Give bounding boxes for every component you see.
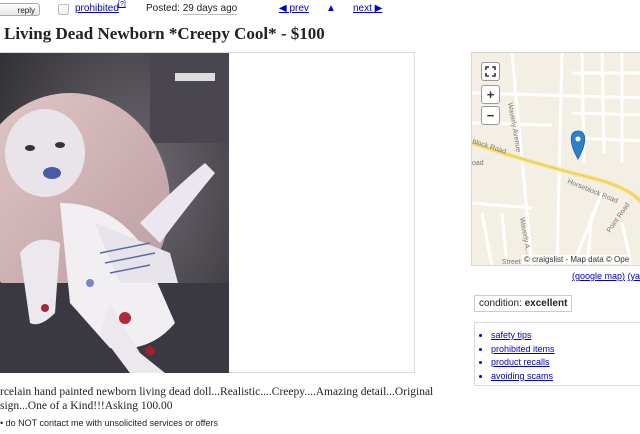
svg-text:Point Road: Point Road [606,202,632,234]
notice-text: do NOT contact me with unsolicited servi… [5,418,218,428]
map-attribution: © craigslist - Map data © Ope [522,255,632,264]
posting-body: rcelain hand painted newborn living dead… [0,386,434,412]
fullscreen-button[interactable] [481,62,500,81]
safety-links-box: safety tips prohibited items product rec… [474,322,640,386]
prohibited-items-link[interactable]: prohibited items [491,344,555,354]
posted-value: 29 days ago [182,3,238,15]
condition-label: condition: [479,298,522,309]
prohibited-flag-box[interactable] [58,4,69,15]
map-links: (google map) (ya [572,271,640,281]
next-link[interactable]: next ▶ [353,3,382,14]
plus-icon: + [486,87,495,102]
contact-notice: • do NOT contact me with unsolicited ser… [0,418,218,428]
posting-title: Living Dead Newborn *Creepy Cool* - $100 [4,24,325,43]
posted-date: Posted: 29 days ago [146,3,238,15]
reply-button[interactable]: reply [0,3,40,16]
minus-icon: − [486,108,495,123]
svg-text:oad: oad [472,160,484,167]
condition-attribute: condition: excellent [474,295,573,312]
condition-value: excellent [524,298,568,309]
prohibited-help-link[interactable]: [?] [118,1,126,8]
avoiding-scams-link[interactable]: avoiding scams [491,371,553,381]
prev-link[interactable]: ◀ prev [279,3,309,14]
posted-label: Posted: [146,3,180,14]
up-link[interactable]: ▲ [326,3,336,14]
product-recalls-link[interactable]: product recalls [491,357,550,367]
google-map-link[interactable]: (google map) [572,271,625,281]
listing-photo[interactable] [0,53,229,373]
yahoo-map-link[interactable]: (ya [628,271,640,281]
zoom-in-button[interactable]: + [481,85,500,104]
safety-tips-link[interactable]: safety tips [491,330,532,340]
bullet: • [0,418,4,428]
svg-text:Street: Street [502,259,521,266]
fullscreen-icon [485,66,496,77]
svg-text:block Road: block Road [472,138,507,156]
prohibited-link[interactable]: prohibited [75,3,119,14]
zoom-out-button[interactable]: − [481,106,500,125]
